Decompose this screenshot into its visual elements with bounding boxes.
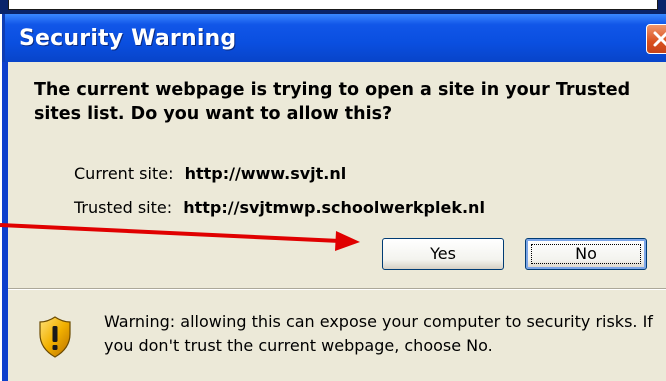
security-question: The current webpage is trying to open a … — [34, 80, 631, 124]
no-button[interactable]: No — [525, 238, 647, 270]
dialog-title: Security Warning — [19, 26, 237, 51]
warning-panel: Warning: allowing this can expose your c… — [8, 290, 666, 381]
background-window-edge — [0, 0, 666, 14]
current-site-value: http://www.svjt.nl — [184, 164, 347, 183]
dialog-body: The current webpage is trying to open a … — [8, 62, 666, 381]
trusted-site-value: http://svjtmwp.schoolwerkplek.nl — [183, 198, 485, 217]
current-site-label: Current site: — [74, 164, 174, 183]
security-warning-dialog: Security Warning The current webpage is … — [2, 14, 666, 381]
title-bar[interactable]: Security Warning — [2, 14, 666, 62]
yes-button[interactable]: Yes — [382, 238, 504, 270]
background-window-frame — [8, 0, 658, 10]
shield-warning-icon — [39, 316, 71, 358]
current-site-row: Current site: http://www.svjt.nl — [74, 164, 346, 183]
focus-rectangle — [531, 244, 641, 264]
warning-text: Warning: allowing this can expose your c… — [104, 312, 653, 355]
trusted-site-row: Trusted site: http://svjtmwp.schoolwerkp… — [74, 198, 485, 217]
close-button[interactable] — [646, 24, 666, 54]
trusted-site-label: Trusted site: — [74, 198, 173, 217]
close-icon — [653, 31, 666, 47]
